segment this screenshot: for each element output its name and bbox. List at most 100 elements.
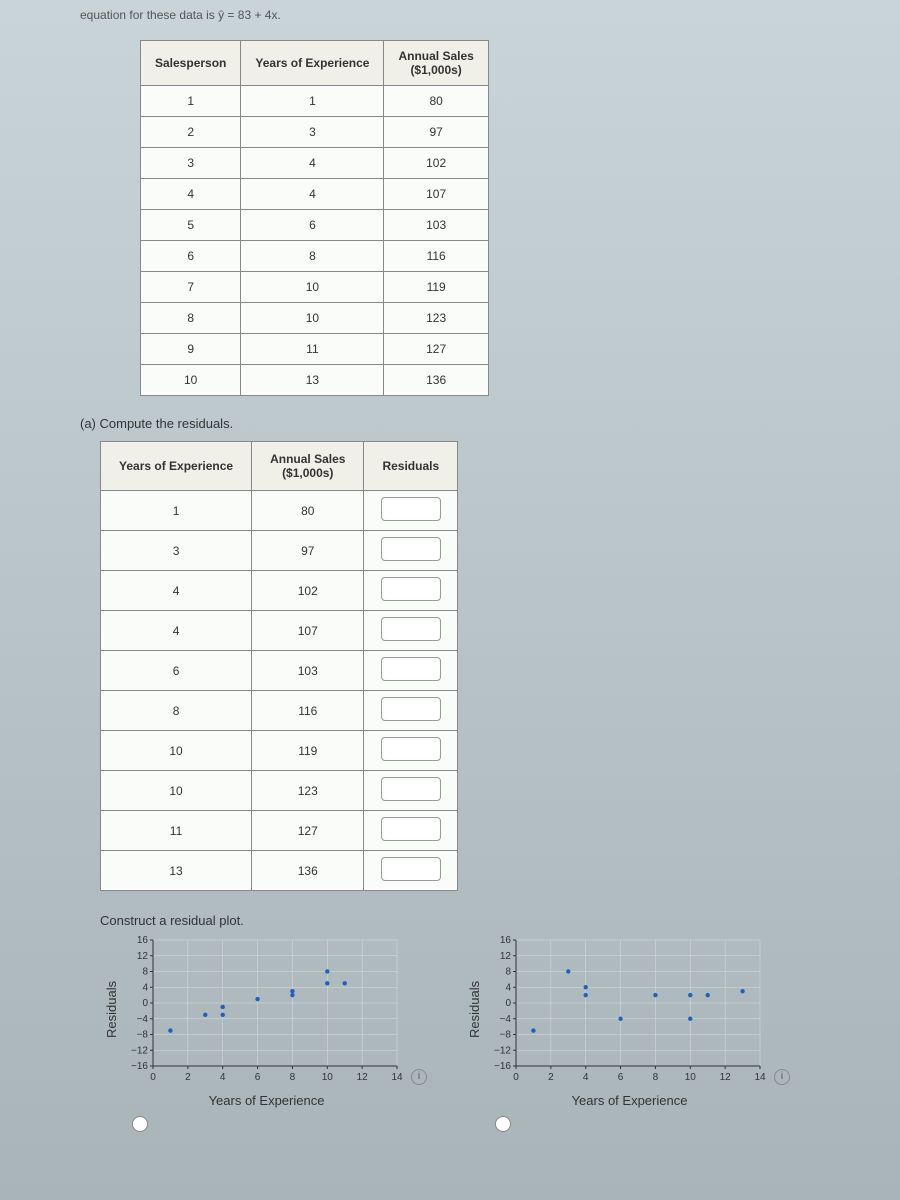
table-row: 710119 <box>141 272 489 303</box>
table-cell: 123 <box>252 771 364 811</box>
equation-text: equation for these data is ŷ = 83 + 4x. <box>80 0 880 30</box>
residual-input[interactable] <box>381 737 441 761</box>
table-cell: 127 <box>252 811 364 851</box>
table-row: 810123 <box>141 303 489 334</box>
residual-input[interactable] <box>381 817 441 841</box>
table-cell: 10 <box>101 731 252 771</box>
residual-input-cell <box>364 531 458 571</box>
plot-xlabel: Years of Experience <box>493 1093 766 1108</box>
table-row: 56103 <box>141 210 489 241</box>
residual-input[interactable] <box>381 577 441 601</box>
table-cell: 3 <box>141 148 241 179</box>
table-cell: 6 <box>101 651 252 691</box>
svg-text:−12: −12 <box>131 1045 148 1056</box>
table-cell: 1 <box>101 491 252 531</box>
table-row: 180 <box>101 491 458 531</box>
svg-text:−16: −16 <box>131 1061 148 1072</box>
plot-radio[interactable] <box>132 1116 148 1132</box>
svg-text:8: 8 <box>142 967 148 978</box>
table-row: 13136 <box>101 851 458 891</box>
residual-input-cell <box>364 651 458 691</box>
residual-plot-0: −16−12−8−4048121602468101214 <box>123 934 403 1084</box>
info-icon[interactable]: i <box>411 1069 427 1085</box>
table-cell: 13 <box>101 851 252 891</box>
table-cell: 97 <box>252 531 364 571</box>
svg-text:4: 4 <box>583 1072 589 1083</box>
table-cell: 10 <box>241 303 384 334</box>
table-cell: 103 <box>384 210 488 241</box>
table-row: 911127 <box>141 334 489 365</box>
data-table: SalespersonYears of ExperienceAnnual Sal… <box>140 40 489 396</box>
svg-text:2: 2 <box>185 1072 191 1083</box>
svg-text:2: 2 <box>548 1072 554 1083</box>
table-row: 1180 <box>141 86 489 117</box>
svg-text:−8: −8 <box>137 1030 149 1041</box>
table-header: Years of Experience <box>101 442 252 491</box>
svg-text:6: 6 <box>255 1072 261 1083</box>
question-a: (a) Compute the residuals. <box>80 416 880 431</box>
svg-text:0: 0 <box>142 998 148 1009</box>
table-cell: 4 <box>141 179 241 210</box>
table-cell: 4 <box>241 148 384 179</box>
table-cell: 8 <box>141 303 241 334</box>
table-cell: 136 <box>252 851 364 891</box>
table-cell: 6 <box>141 241 241 272</box>
table-cell: 97 <box>384 117 488 148</box>
svg-text:8: 8 <box>505 967 511 978</box>
residual-input[interactable] <box>381 777 441 801</box>
table-cell: 7 <box>141 272 241 303</box>
residual-input-cell <box>364 491 458 531</box>
table-cell: 10 <box>241 272 384 303</box>
table-cell: 119 <box>252 731 364 771</box>
svg-text:14: 14 <box>754 1072 766 1083</box>
table-row: 68116 <box>141 241 489 272</box>
svg-text:12: 12 <box>720 1072 732 1083</box>
table-cell: 8 <box>241 241 384 272</box>
table-cell: 102 <box>384 148 488 179</box>
table-row: 11127 <box>101 811 458 851</box>
table-cell: 116 <box>384 241 488 272</box>
table-header: Years of Experience <box>241 41 384 86</box>
residuals-table: Years of ExperienceAnnual Sales($1,000s)… <box>100 441 458 891</box>
residual-input[interactable] <box>381 537 441 561</box>
residual-input[interactable] <box>381 697 441 721</box>
table-cell: 4 <box>101 571 252 611</box>
residual-input-cell <box>364 811 458 851</box>
info-icon[interactable]: i <box>774 1069 790 1085</box>
residual-input-cell <box>364 851 458 891</box>
svg-text:0: 0 <box>513 1072 519 1083</box>
residual-input[interactable] <box>381 657 441 681</box>
table-header: Residuals <box>364 442 458 491</box>
table-row: 10119 <box>101 731 458 771</box>
table-header: Annual Sales($1,000s) <box>384 41 488 86</box>
table-cell: 5 <box>141 210 241 241</box>
plot-radio[interactable] <box>495 1116 511 1132</box>
table-row: 4107 <box>101 611 458 651</box>
svg-text:−4: −4 <box>500 1014 512 1025</box>
residual-input-cell <box>364 731 458 771</box>
svg-text:−16: −16 <box>494 1061 511 1072</box>
residual-input[interactable] <box>381 857 441 881</box>
table-cell: 11 <box>241 334 384 365</box>
table-cell: 9 <box>141 334 241 365</box>
table-cell: 3 <box>241 117 384 148</box>
residual-input[interactable] <box>381 617 441 641</box>
table-cell: 13 <box>241 365 384 396</box>
table-row: 4102 <box>101 571 458 611</box>
svg-text:10: 10 <box>322 1072 334 1083</box>
plot-xlabel: Years of Experience <box>130 1093 403 1108</box>
table-cell: 102 <box>252 571 364 611</box>
table-cell: 80 <box>384 86 488 117</box>
table-cell: 11 <box>101 811 252 851</box>
table-cell: 4 <box>101 611 252 651</box>
residual-input-cell <box>364 771 458 811</box>
table-cell: 4 <box>241 179 384 210</box>
table-row: 8116 <box>101 691 458 731</box>
table-cell: 107 <box>252 611 364 651</box>
svg-text:0: 0 <box>505 998 511 1009</box>
table-cell: 8 <box>101 691 252 731</box>
residual-input[interactable] <box>381 497 441 521</box>
svg-text:−12: −12 <box>494 1045 511 1056</box>
table-row: 44107 <box>141 179 489 210</box>
table-cell: 2 <box>141 117 241 148</box>
